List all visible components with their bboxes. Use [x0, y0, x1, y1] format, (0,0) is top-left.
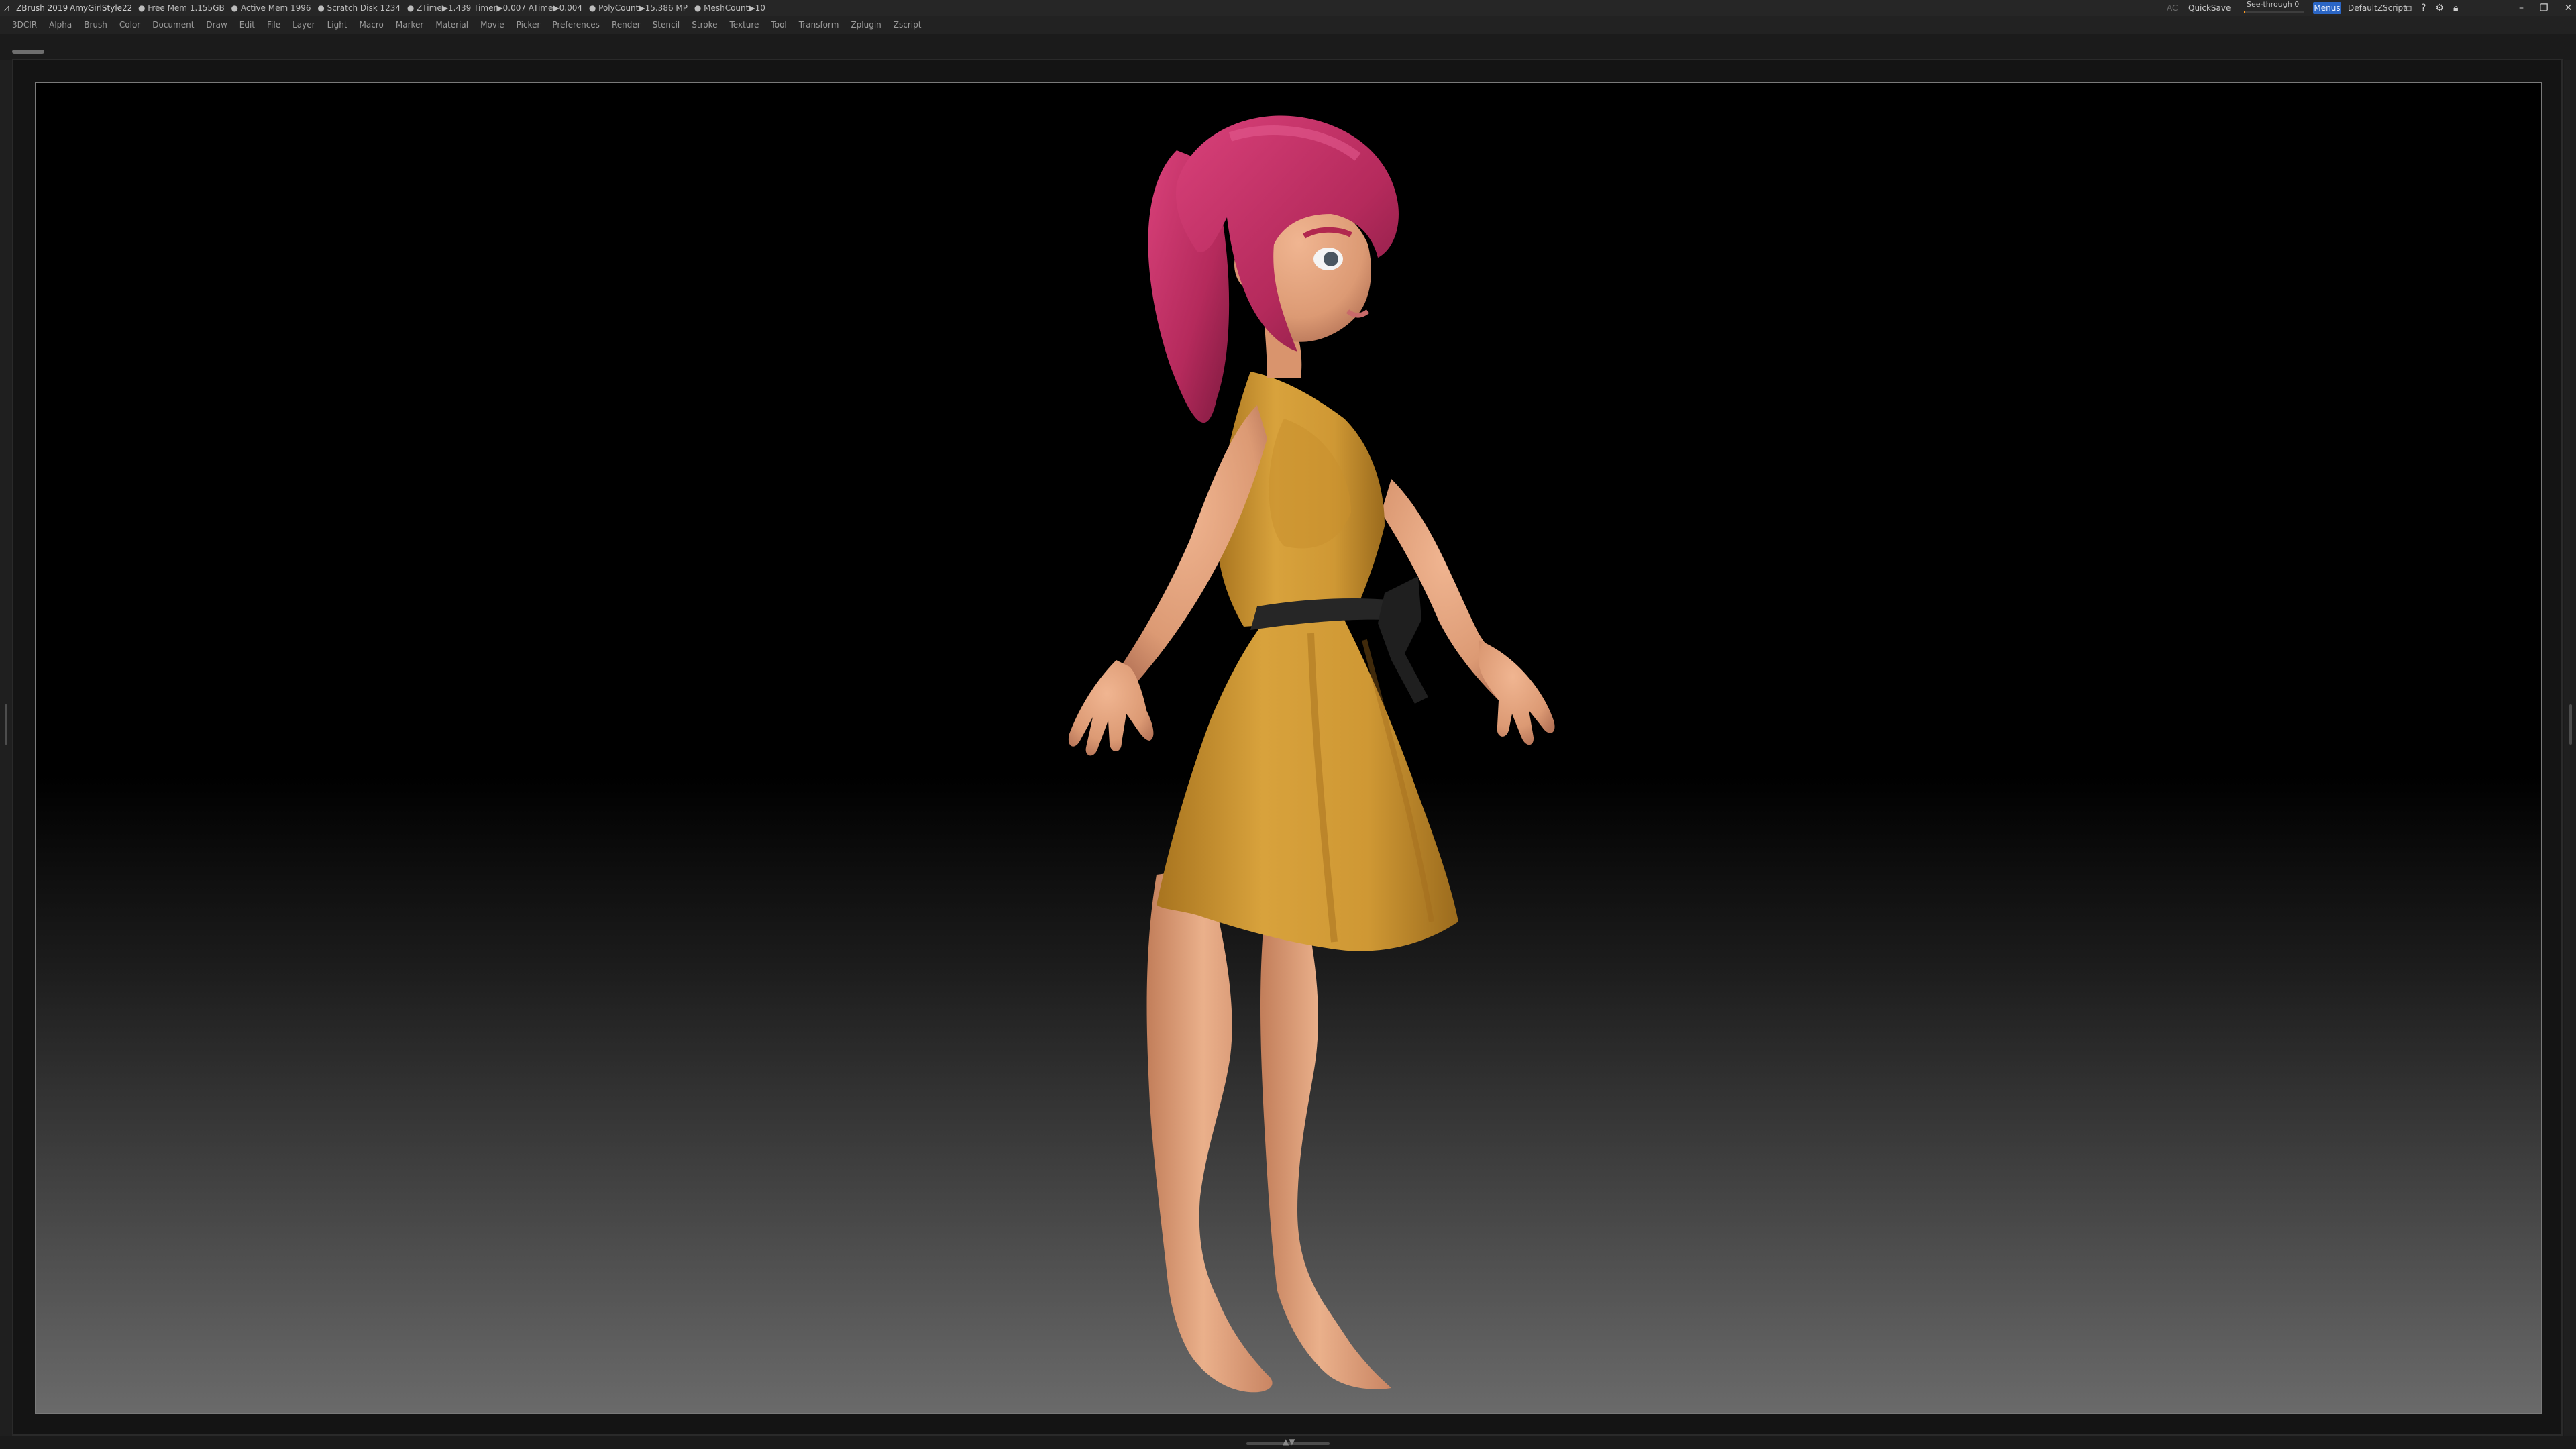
- see-through-track: [2244, 11, 2304, 13]
- see-through-slider[interactable]: See-through 0: [2244, 0, 2304, 16]
- menu-item-document[interactable]: Document: [152, 16, 194, 34]
- menu-item-color[interactable]: Color: [119, 16, 140, 34]
- menu-bar: 3DCIR Alpha Brush Color Document Draw Edit File…: [0, 16, 2576, 34]
- menu-item-draw[interactable]: Draw: [206, 16, 227, 34]
- menu-item-stroke[interactable]: Stroke: [692, 16, 717, 34]
- menus-button[interactable]: Menus: [2313, 2, 2341, 14]
- menu-item-stencil[interactable]: Stencil: [653, 16, 680, 34]
- menu-items: 3DCIR Alpha Brush Color Document Draw Edit File…: [12, 16, 933, 34]
- menu-item-3dcir[interactable]: 3DCIR: [12, 16, 37, 34]
- left-tray-handle[interactable]: [5, 704, 7, 745]
- menu-item-zscript[interactable]: Zscript: [894, 16, 922, 34]
- menu-item-macro[interactable]: Macro: [360, 16, 384, 34]
- menu-item-tool[interactable]: Tool: [771, 16, 786, 34]
- meshcount-stat: ● MeshCount▶10: [694, 3, 765, 13]
- menu-item-transform[interactable]: Transform: [799, 16, 839, 34]
- see-through-fill: [2244, 11, 2245, 13]
- hand-back: [1479, 640, 1555, 745]
- timer-stat: ● ZTime▶1.439 Timer▶0.007 ATime▶0.004: [407, 3, 583, 13]
- minimize-icon[interactable]: –: [2519, 3, 2540, 13]
- right-dock: [2564, 60, 2576, 1436]
- menu-item-edit[interactable]: Edit: [239, 16, 255, 34]
- menu-item-marker[interactable]: Marker: [396, 16, 423, 34]
- belt-bow: [1378, 576, 1428, 704]
- restore-icon[interactable]: ❐: [2540, 3, 2565, 13]
- document-name: AmyGirlStyle22: [70, 3, 133, 13]
- ac-button[interactable]: AC: [2167, 0, 2178, 16]
- default-zscript-button[interactable]: DefaultZScript: [2348, 0, 2406, 16]
- app-title: ZBrush 2019: [16, 3, 68, 13]
- window-controls: –❐✕: [2519, 0, 2576, 16]
- menu-item-light[interactable]: Light: [327, 16, 347, 34]
- help-icon[interactable]: ?: [2421, 3, 2435, 13]
- zbrush-logo-icon: ⩘: [4, 3, 9, 13]
- right-tray-handle[interactable]: [2569, 704, 2572, 745]
- leg-back: [1260, 875, 1391, 1389]
- quicksave-button[interactable]: QuickSave: [2188, 0, 2231, 16]
- menu-item-alpha[interactable]: Alpha: [49, 16, 72, 34]
- title-bar: ⩘ ZBrush 2019 AmyGirlStyle22 ● Free Mem …: [0, 0, 2576, 16]
- left-dock: [0, 60, 12, 1436]
- menu-item-render[interactable]: Render: [612, 16, 641, 34]
- iris: [1324, 252, 1338, 266]
- close-icon[interactable]: ✕: [2565, 3, 2576, 13]
- layout-icon[interactable]: ⧉: [2405, 3, 2421, 13]
- leg-front: [1146, 868, 1273, 1393]
- menu-item-layer[interactable]: Layer: [292, 16, 315, 34]
- scratch-disk-stat: ● Scratch Disk 1234: [317, 3, 400, 13]
- menu-item-brush[interactable]: Brush: [84, 16, 107, 34]
- free-mem-stat: ● Free Mem 1.155GB: [138, 3, 225, 13]
- lock-icon[interactable]: 🔒︎: [2453, 3, 2467, 13]
- menu-item-texture[interactable]: Texture: [730, 16, 759, 34]
- menu-item-zplugin[interactable]: Zplugin: [851, 16, 881, 34]
- menu-item-movie[interactable]: Movie: [480, 16, 504, 34]
- menu-item-file[interactable]: File: [267, 16, 280, 34]
- menu-item-picker[interactable]: Picker: [517, 16, 541, 34]
- document-canvas[interactable]: [35, 82, 2542, 1414]
- window-tool-icons: ⧉?⚙🔒︎: [2405, 0, 2467, 16]
- character-model: [1068, 115, 1555, 1393]
- menu-item-material[interactable]: Material: [435, 16, 468, 34]
- shelf-handle[interactable]: [12, 50, 44, 54]
- menu-item-preferences[interactable]: Preferences: [552, 16, 600, 34]
- expand-up-icon[interactable]: ▲▼: [1283, 1437, 1295, 1446]
- settings-icon[interactable]: ⚙: [2435, 3, 2453, 13]
- polycount-stat: ● PolyCount▶15.386 MP: [588, 3, 688, 13]
- system-stats: ● Free Mem 1.155GB ● Active Mem 1996 ● S…: [138, 0, 769, 16]
- active-mem-stat: ● Active Mem 1996: [231, 3, 311, 13]
